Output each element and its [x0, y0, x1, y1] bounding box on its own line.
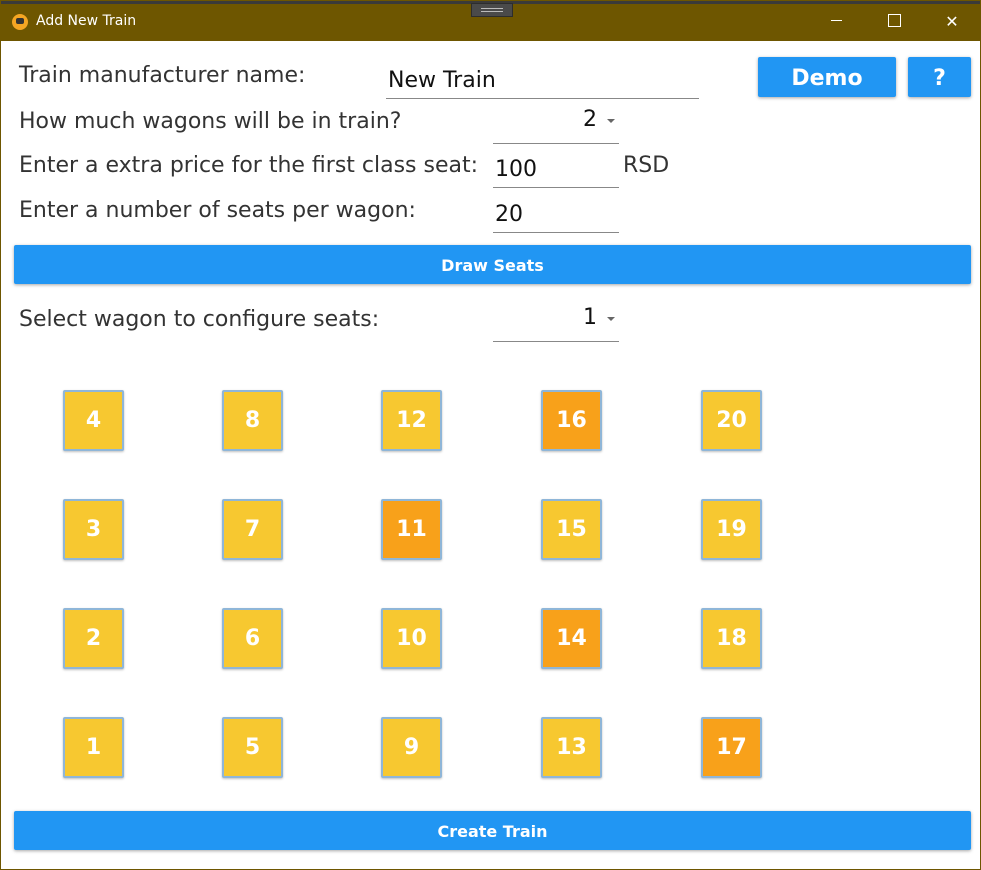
- select-wagon-label: Select wagon to configure seats:: [19, 307, 380, 332]
- demo-button[interactable]: Demo: [758, 57, 896, 97]
- minimize-button[interactable]: [807, 1, 865, 41]
- window-title: Add New Train: [36, 13, 137, 29]
- wagons-select[interactable]: 2: [493, 107, 619, 144]
- close-icon: ✕: [945, 12, 959, 31]
- first-class-price-label: Enter a extra price for the first class …: [19, 153, 479, 178]
- seat-button[interactable]: 9: [381, 717, 442, 778]
- wagons-label: How much wagons will be in train?: [19, 109, 402, 134]
- seat-button[interactable]: 18: [701, 608, 762, 669]
- currency-label: RSD: [623, 153, 670, 178]
- seat-button[interactable]: 8: [222, 390, 283, 451]
- chevron-down-icon: [607, 317, 615, 321]
- wagon-config-select-value: 1: [583, 305, 597, 330]
- title-bar[interactable]: Add New Train ✕: [1, 1, 980, 41]
- seat-button[interactable]: 6: [222, 608, 283, 669]
- wagon-config-select[interactable]: 1: [493, 305, 619, 342]
- close-button[interactable]: ✕: [923, 1, 981, 41]
- manufacturer-label: Train manufacturer name:: [19, 63, 306, 88]
- chevron-down-icon: [607, 119, 615, 123]
- first-class-price-input[interactable]: [493, 151, 619, 188]
- manufacturer-input[interactable]: [386, 63, 699, 99]
- seat-button[interactable]: 17: [701, 717, 762, 778]
- seat-button[interactable]: 15: [541, 499, 602, 560]
- seats-per-wagon-label: Enter a number of seats per wagon:: [19, 198, 416, 223]
- maximize-icon: [887, 14, 901, 27]
- seat-button[interactable]: 11: [381, 499, 442, 560]
- seat-button[interactable]: 7: [222, 499, 283, 560]
- drag-grip-icon[interactable]: [471, 3, 513, 17]
- seat-button[interactable]: 19: [701, 499, 762, 560]
- seat-button[interactable]: 1: [63, 717, 124, 778]
- wagons-select-value: 2: [583, 107, 597, 132]
- add-train-window: Add New Train ✕ Train manufacturer name:…: [0, 0, 981, 870]
- seat-button[interactable]: 3: [63, 499, 124, 560]
- app-icon: [12, 14, 28, 30]
- draw-seats-button[interactable]: Draw Seats: [14, 245, 971, 284]
- seat-button[interactable]: 4: [63, 390, 124, 451]
- maximize-button[interactable]: [865, 1, 923, 41]
- seat-button[interactable]: 16: [541, 390, 602, 451]
- seat-button[interactable]: 2: [63, 608, 124, 669]
- seats-per-wagon-input[interactable]: [493, 196, 619, 233]
- seat-button[interactable]: 13: [541, 717, 602, 778]
- create-train-button[interactable]: Create Train: [14, 811, 971, 850]
- seat-button[interactable]: 12: [381, 390, 442, 451]
- minimize-icon: [830, 20, 842, 21]
- seat-button[interactable]: 20: [701, 390, 762, 451]
- seat-button[interactable]: 5: [222, 717, 283, 778]
- seat-button[interactable]: 14: [541, 608, 602, 669]
- help-button[interactable]: ?: [908, 57, 971, 97]
- seat-button[interactable]: 10: [381, 608, 442, 669]
